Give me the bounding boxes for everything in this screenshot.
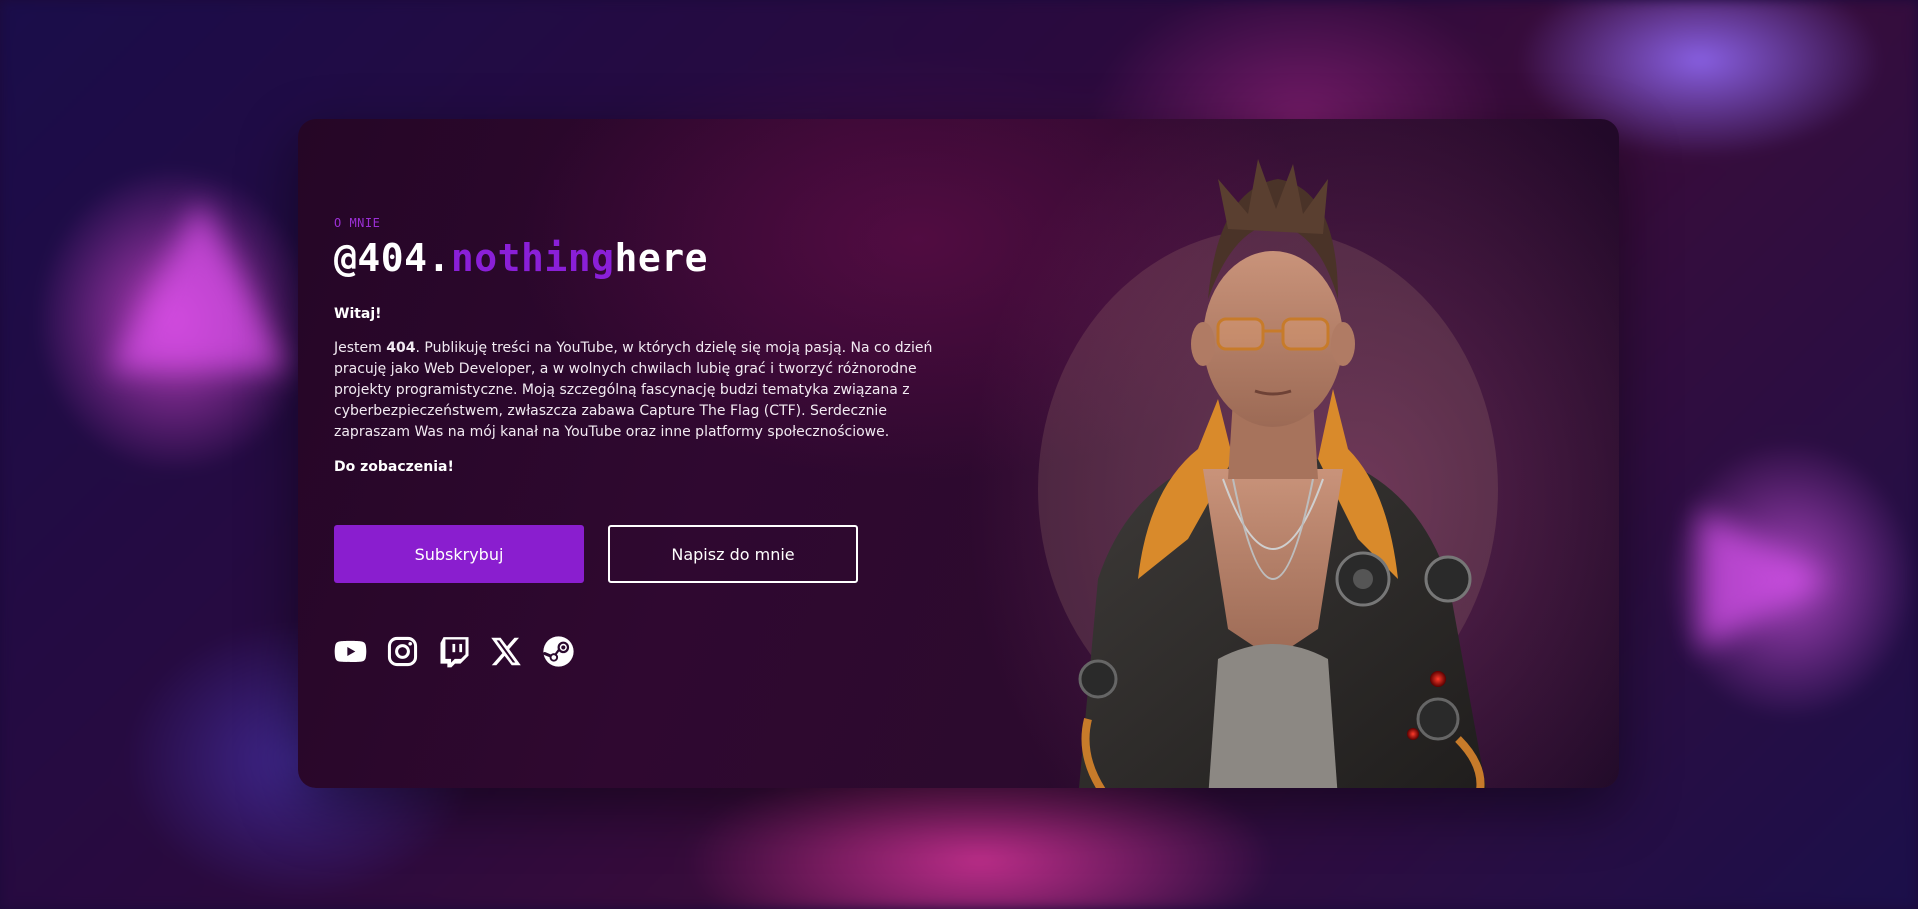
intro-paragraph: Jestem 404. Publikuję treści na YouTube,… xyxy=(334,338,936,443)
steam-icon[interactable] xyxy=(542,635,575,668)
instagram-icon[interactable] xyxy=(386,635,419,668)
social-links xyxy=(334,635,934,668)
section-eyebrow: O MNIE xyxy=(334,216,381,230)
contact-button[interactable]: Napisz do mnie xyxy=(608,525,858,583)
title-prefix: @404. xyxy=(334,236,451,280)
background-triangle-left xyxy=(110,200,290,370)
about-content: O MNIE @404.nothinghere Witaj! Jestem 40… xyxy=(334,216,934,668)
intro-bold-name: 404 xyxy=(386,340,416,356)
character-illustration xyxy=(1038,159,1498,788)
title-suffix: here xyxy=(614,236,709,280)
page-title: @404.nothinghere xyxy=(334,236,934,280)
title-accent: nothing xyxy=(450,236,615,280)
intro-start: Jestem xyxy=(334,340,387,356)
youtube-icon[interactable] xyxy=(334,635,367,668)
subscribe-button[interactable]: Subskrybuj xyxy=(334,525,584,583)
action-buttons: Subskrybuj Napisz do mnie xyxy=(334,525,934,583)
twitch-icon[interactable] xyxy=(438,635,471,668)
x-icon[interactable] xyxy=(490,635,523,668)
farewell: Do zobaczenia! xyxy=(334,459,454,475)
intro-rest: . Publikuję treści na YouTube, w których… xyxy=(334,340,933,440)
about-card: O MNIE @404.nothinghere Witaj! Jestem 40… xyxy=(298,119,1619,788)
greeting: Witaj! xyxy=(334,306,382,322)
background-triangle-right xyxy=(1700,510,1830,650)
